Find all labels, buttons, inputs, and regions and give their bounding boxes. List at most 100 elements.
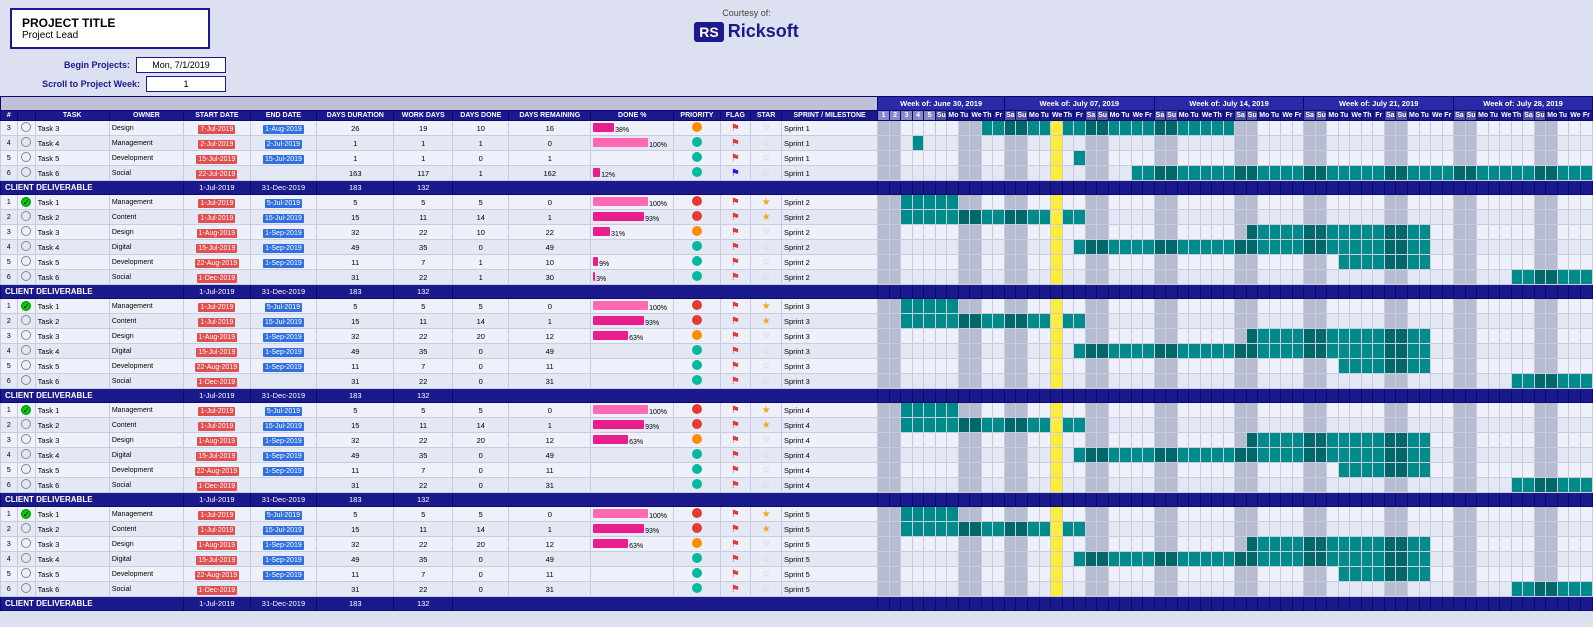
gantt-cell bbox=[1454, 507, 1466, 522]
gantt-cell bbox=[1189, 537, 1201, 552]
gantt-cell-deliv bbox=[1292, 389, 1304, 403]
gantt-cell bbox=[1500, 463, 1512, 478]
gantt-cell-deliv bbox=[1131, 389, 1143, 403]
gantt-cell bbox=[1097, 582, 1109, 597]
gantt-cell bbox=[1143, 433, 1155, 448]
task-done: 1 bbox=[453, 136, 509, 151]
gantt-cell-deliv bbox=[1304, 285, 1316, 299]
gantt-cell bbox=[958, 210, 970, 225]
gantt-cell-deliv bbox=[1074, 181, 1086, 195]
gantt-cell bbox=[1166, 344, 1178, 359]
gantt-cell bbox=[1131, 136, 1143, 151]
status-cell bbox=[17, 225, 35, 240]
flag-icon: ⚑ bbox=[731, 509, 740, 520]
gantt-cell bbox=[1212, 151, 1224, 166]
gantt-cell-deliv bbox=[1074, 285, 1086, 299]
task-flag: ⚑ bbox=[720, 582, 751, 597]
gantt-cell-deliv bbox=[1074, 493, 1086, 507]
gantt-cell bbox=[1511, 225, 1523, 240]
gantt-cell bbox=[1074, 522, 1086, 537]
day-jul28-tu: Tu bbox=[1488, 111, 1500, 121]
gantt-cell bbox=[1477, 418, 1489, 433]
gantt-cell bbox=[1546, 374, 1558, 389]
day-jun30-th: Th bbox=[981, 111, 993, 121]
gantt-cell bbox=[1396, 344, 1408, 359]
gantt-cell bbox=[1361, 299, 1373, 314]
gantt-cell bbox=[1523, 463, 1535, 478]
gantt-cell bbox=[1085, 478, 1097, 493]
gantt-cell bbox=[958, 314, 970, 329]
date-badge: 1-Aug-2019 bbox=[197, 437, 238, 446]
gantt-cell bbox=[1108, 166, 1120, 181]
gantt-cell bbox=[1384, 210, 1396, 225]
task-done: 0 bbox=[453, 582, 509, 597]
gantt-cell bbox=[1465, 121, 1477, 136]
task-sprint: Sprint 3 bbox=[781, 314, 877, 329]
col-end: END DATE bbox=[250, 111, 317, 121]
done-bar bbox=[593, 212, 644, 221]
task-row: 2 Task 2 Content 1-Jul-2019 15-Jul-2019 … bbox=[1, 522, 1593, 537]
gantt-cell bbox=[1315, 329, 1327, 344]
gantt-cell bbox=[970, 522, 982, 537]
status-cell bbox=[17, 552, 35, 567]
gantt-cell bbox=[1269, 418, 1281, 433]
gantt-cell bbox=[1488, 210, 1500, 225]
task-name: Task 1 bbox=[35, 507, 109, 522]
gantt-cell bbox=[1477, 195, 1489, 210]
gantt-cell bbox=[958, 344, 970, 359]
gantt-cell bbox=[1166, 195, 1178, 210]
gantt-cell-deliv bbox=[1051, 389, 1063, 403]
gantt-cell bbox=[1338, 433, 1350, 448]
gantt-cell-deliv bbox=[1580, 181, 1592, 195]
gantt-cell bbox=[1511, 537, 1523, 552]
gantt-cell-deliv bbox=[1408, 389, 1420, 403]
gantt-cell bbox=[1143, 136, 1155, 151]
gantt-cell bbox=[958, 403, 970, 418]
gantt-cell-deliv bbox=[993, 181, 1005, 195]
gantt-cell-deliv bbox=[1097, 493, 1109, 507]
gantt-cell bbox=[1223, 225, 1235, 240]
gantt-cell bbox=[1419, 240, 1431, 255]
gantt-cell bbox=[1488, 299, 1500, 314]
gantt-cell bbox=[1523, 121, 1535, 136]
col-owner: OWNER bbox=[109, 111, 183, 121]
gantt-cell bbox=[1016, 121, 1028, 136]
status-cell bbox=[17, 537, 35, 552]
gantt-cell bbox=[1350, 418, 1362, 433]
task-owner: Management bbox=[109, 507, 183, 522]
status-empty bbox=[21, 315, 31, 325]
gantt-cell bbox=[993, 463, 1005, 478]
gantt-cell bbox=[1304, 299, 1316, 314]
gantt-cell bbox=[1350, 195, 1362, 210]
day-jun30-fr: Fr bbox=[993, 111, 1005, 121]
gantt-cell bbox=[958, 255, 970, 270]
date-badge: 15-Jul-2019 bbox=[263, 155, 304, 164]
gantt-cell bbox=[1189, 418, 1201, 433]
gantt-cell bbox=[1546, 255, 1558, 270]
gantt-cell bbox=[1419, 418, 1431, 433]
gantt-cell bbox=[1338, 552, 1350, 567]
gantt-cell bbox=[1373, 136, 1385, 151]
gantt-cell bbox=[1500, 552, 1512, 567]
gantt-cell bbox=[947, 344, 959, 359]
star-empty-icon: ☆ bbox=[762, 123, 771, 134]
gantt-cell bbox=[981, 270, 993, 285]
gantt-cell bbox=[1166, 552, 1178, 567]
gantt-cell bbox=[958, 507, 970, 522]
gantt-cell-deliv bbox=[1177, 285, 1189, 299]
task-priority bbox=[674, 507, 720, 522]
gantt-cell bbox=[1108, 270, 1120, 285]
gantt-cell-deliv bbox=[1408, 493, 1420, 507]
scroll-week-input[interactable] bbox=[146, 76, 226, 92]
gantt-cell bbox=[1004, 433, 1016, 448]
gantt-cell bbox=[1534, 478, 1546, 493]
task-owner: Content bbox=[109, 418, 183, 433]
task-name: Task 4 bbox=[35, 552, 109, 567]
gantt-cell bbox=[1235, 403, 1247, 418]
begin-projects-input[interactable] bbox=[136, 57, 226, 73]
date-badge: 15-Jul-2019 bbox=[196, 155, 237, 164]
gantt-cell bbox=[1384, 582, 1396, 597]
gantt-cell bbox=[1120, 374, 1132, 389]
gantt-cell bbox=[1108, 329, 1120, 344]
gantt-cell bbox=[1085, 537, 1097, 552]
